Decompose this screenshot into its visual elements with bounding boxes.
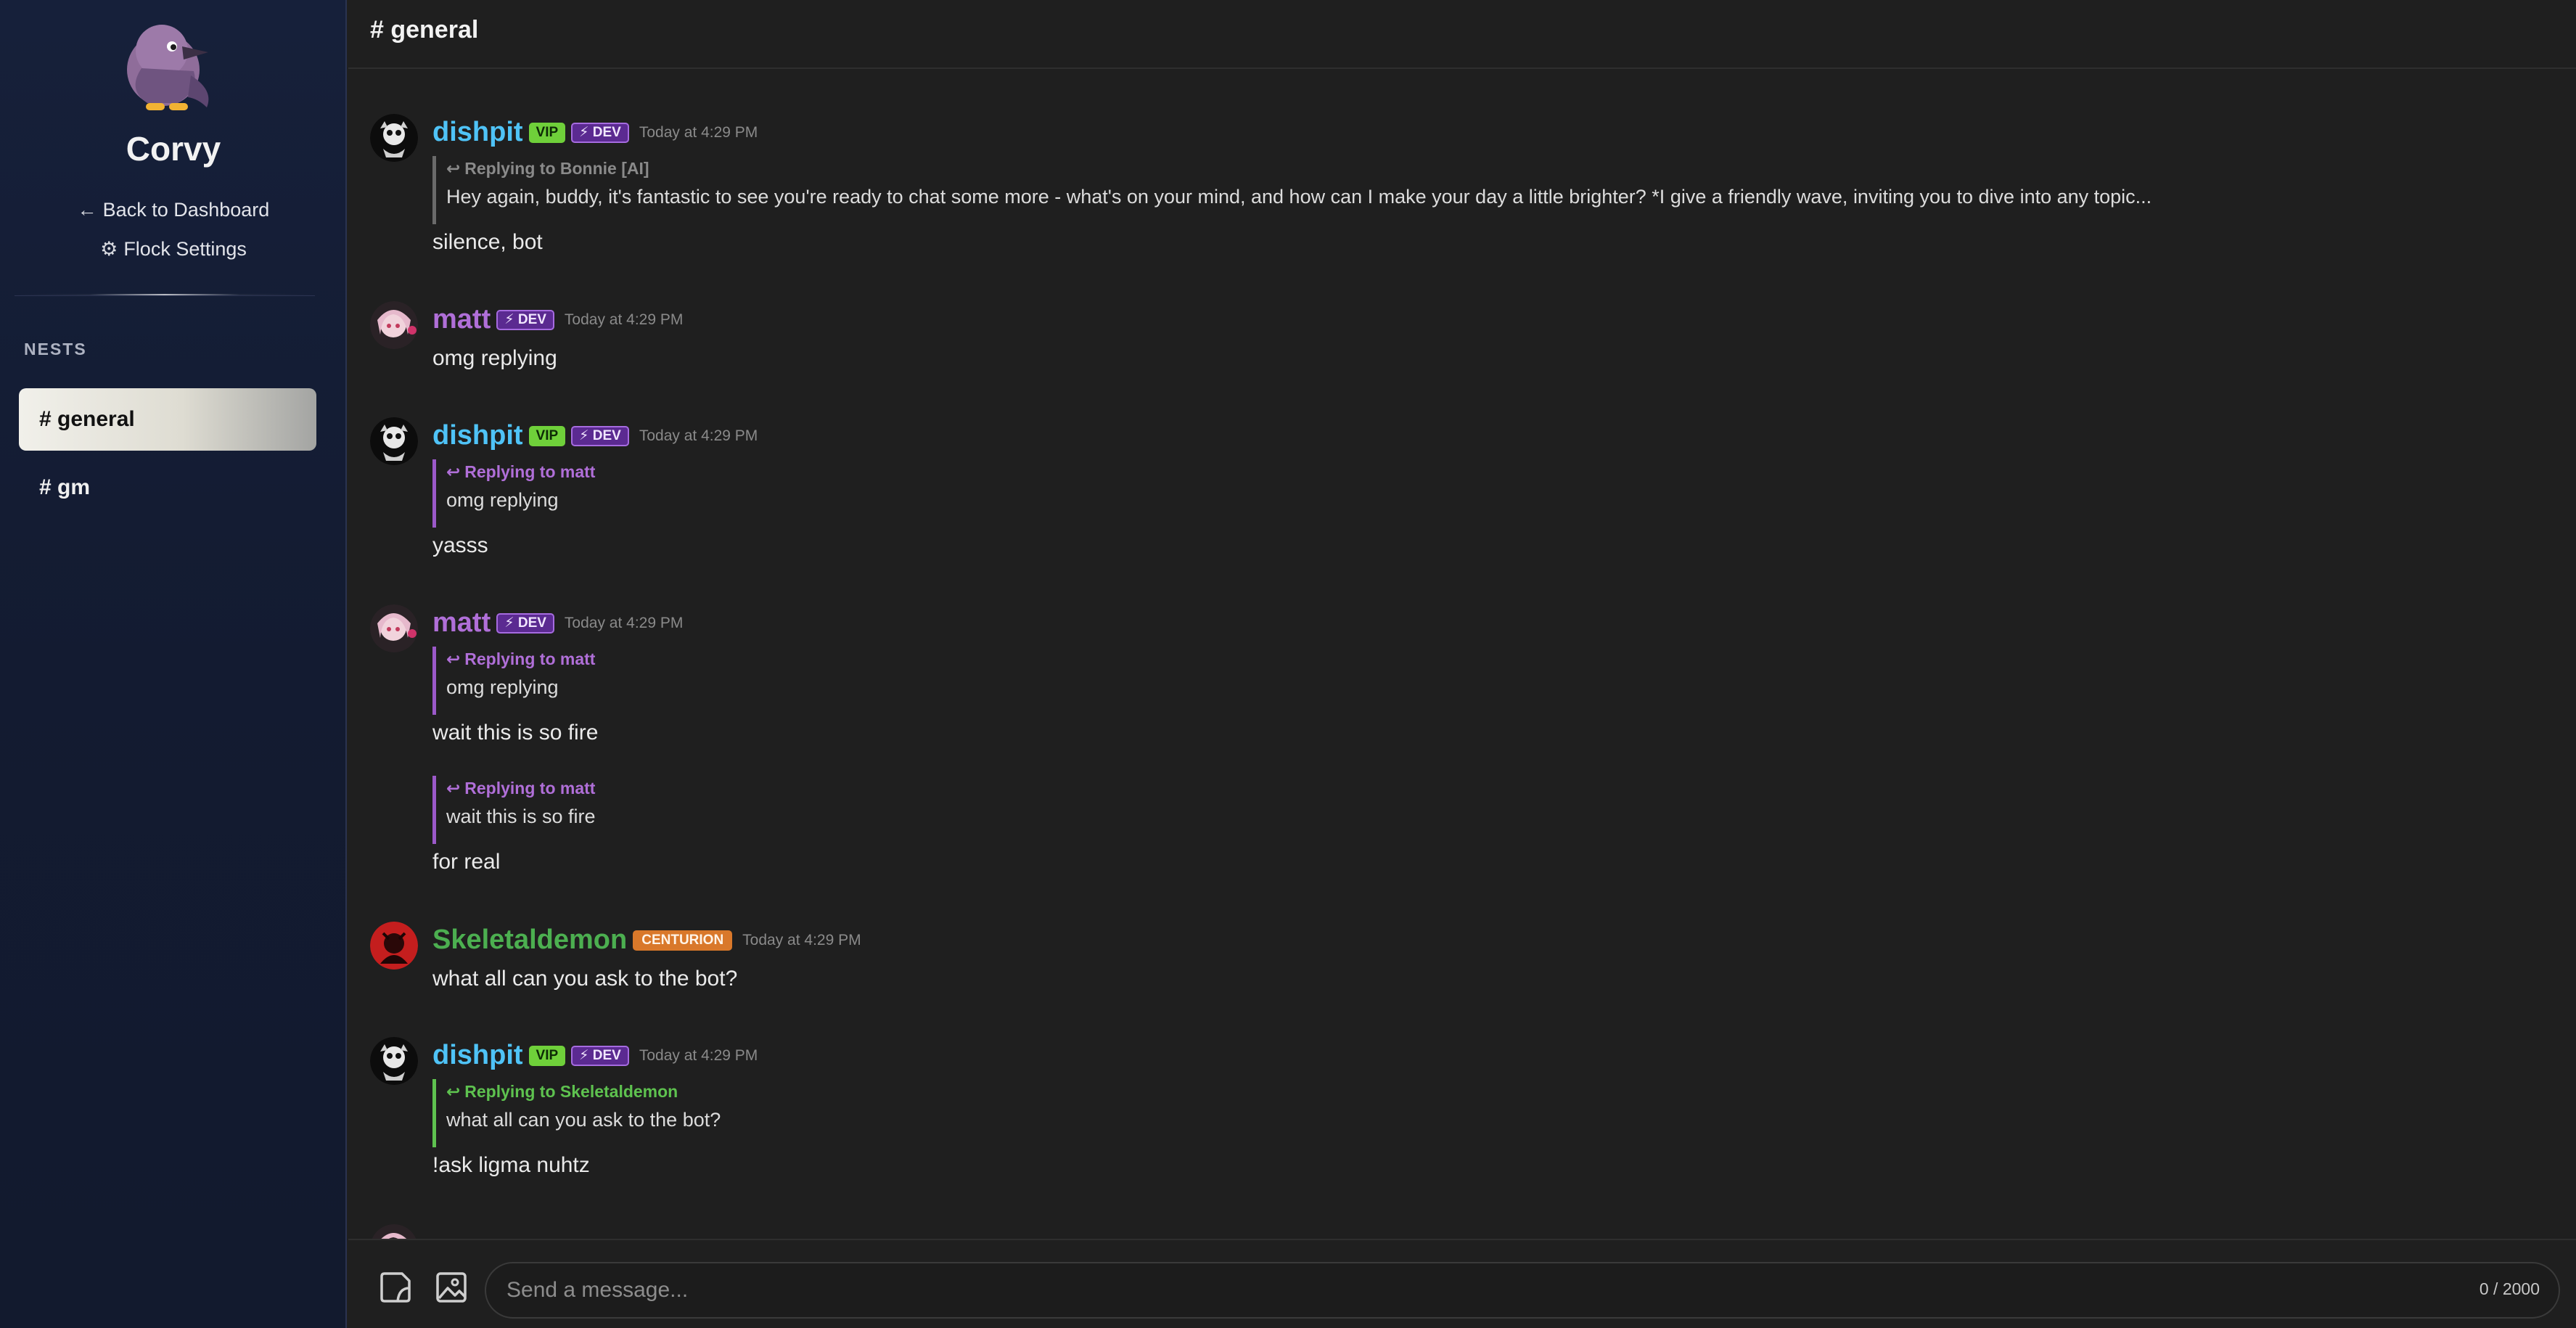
message-text: omg replying xyxy=(432,346,557,370)
arrow-left-icon: ← xyxy=(77,199,97,221)
nests-section-label: NESTS xyxy=(24,340,87,358)
reply-snippet: wait this is so fire xyxy=(446,806,596,827)
dev-badge: ⚡ DEV xyxy=(571,1045,629,1066)
reply-target-label: Replying to matt xyxy=(464,649,596,668)
reply-target: ↩ Replying to Bonnie [AI] xyxy=(446,159,2152,179)
reply-quote[interactable]: ↩ Replying to matt wait this is so fire xyxy=(432,776,596,844)
nest-label: # general xyxy=(39,407,135,431)
reply-quote[interactable]: ↩ Replying to Bonnie [AI] Hey again, budd… xyxy=(432,156,2152,224)
reply-target-label: Replying to matt xyxy=(464,462,596,481)
sidebar-divider-glow xyxy=(15,294,315,295)
message-timestamp: Today at 4:29 PM xyxy=(742,931,861,948)
reply-snippet: omg replying xyxy=(446,676,559,698)
reply-arrow-icon: ↩ xyxy=(446,779,461,798)
reply-arrow-icon: ↩ xyxy=(446,462,461,481)
avatar-matt[interactable] xyxy=(370,604,418,652)
channel-title: # general xyxy=(370,16,479,44)
username[interactable]: matt xyxy=(432,304,491,335)
avatar-skeletaldemon[interactable] xyxy=(370,922,418,970)
message-text: wait this is so fire xyxy=(432,721,599,745)
vip-badge: VIP xyxy=(528,1045,566,1066)
message-text: what all can you ask to the bot? xyxy=(432,967,738,991)
username[interactable]: matt xyxy=(432,607,491,638)
brand-name: Corvy xyxy=(126,130,221,168)
avatar-dishpit[interactable] xyxy=(370,417,418,465)
message-input[interactable] xyxy=(485,1262,2560,1319)
nest-item-gm[interactable]: # gm xyxy=(19,456,316,519)
message-text: silence, bot xyxy=(432,230,543,254)
message-text: yasss xyxy=(432,533,488,557)
settings-link-label: Flock Settings xyxy=(123,238,247,260)
reply-target: ↩ Replying to Skeletaldemon xyxy=(446,1082,721,1102)
avatar-dishpit[interactable] xyxy=(370,114,418,162)
centurion-badge: CENTURION xyxy=(633,930,733,951)
gear-icon: ⚙ xyxy=(100,238,118,260)
avatar-matt-partial[interactable] xyxy=(370,1224,418,1239)
back-link-label: Back to Dashboard xyxy=(102,199,270,221)
message-header: matt ⚡ DEV Today at 4:29 PM xyxy=(432,304,683,336)
dev-badge: ⚡ DEV xyxy=(571,425,629,446)
vip-badge: VIP xyxy=(528,122,566,143)
message-header: dishpit VIP ⚡ DEV Today at 4:29 PM xyxy=(432,117,758,149)
reply-target: ↩ Replying to matt xyxy=(446,649,595,669)
nest-label: # gm xyxy=(39,475,91,499)
message-timestamp: Today at 4:29 PM xyxy=(639,1046,758,1064)
reply-target-label: Replying to matt xyxy=(464,779,596,798)
message-timestamp: Today at 4:29 PM xyxy=(639,123,758,141)
message-header: Skeletaldemon CENTURION Today at 4:29 PM xyxy=(432,925,861,956)
username[interactable]: dishpit xyxy=(432,420,523,451)
reply-arrow-icon: ↩ xyxy=(446,159,461,178)
message-composer: 0 / 2000 xyxy=(348,1239,2576,1328)
flock-settings-link[interactable]: ⚙ Flock Settings xyxy=(0,238,347,261)
reply-arrow-icon: ↩ xyxy=(446,1082,461,1101)
back-to-dashboard-link[interactable]: ← Back to Dashboard xyxy=(0,199,347,221)
message-text: !ask ligma nuhtz xyxy=(432,1153,590,1177)
reply-target: ↩ Replying to matt xyxy=(446,779,596,798)
message-timestamp: Today at 4:29 PM xyxy=(564,311,684,328)
sidebar: Corvy ← Back to Dashboard ⚙ Flock Settings… xyxy=(0,0,347,1328)
reply-snippet: what all can you ask to the bot? xyxy=(446,1109,721,1131)
reply-quote[interactable]: ↩ Replying to matt omg replying xyxy=(432,647,595,715)
reply-quote[interactable]: ↩ Replying to Skeletaldemon what all can … xyxy=(432,1079,721,1147)
vip-badge: VIP xyxy=(528,425,566,446)
channel-header: # general xyxy=(348,0,2576,69)
crow-logo-icon xyxy=(127,25,209,110)
username[interactable]: dishpit xyxy=(432,117,523,147)
character-counter: 0 / 2000 xyxy=(2479,1279,2540,1298)
avatar-matt[interactable] xyxy=(370,301,418,349)
reply-snippet: Hey again, buddy, it's fantastic to see … xyxy=(446,186,2152,208)
dev-badge: ⚡ DEV xyxy=(571,122,629,143)
main-panel: # general dishpit VIP ⚡ DEV Today at 4:29 P… xyxy=(348,0,2576,1328)
message-list[interactable]: dishpit VIP ⚡ DEV Today at 4:29 PM ↩ Replyin… xyxy=(348,70,2576,1239)
reply-target-label: Replying to Skeletaldemon xyxy=(464,1082,678,1101)
message-timestamp: Today at 4:29 PM xyxy=(639,427,758,444)
sidebar-divider xyxy=(15,295,315,296)
avatar-dishpit[interactable] xyxy=(370,1037,418,1085)
message-text: for real xyxy=(432,850,501,874)
reply-snippet: omg replying xyxy=(446,489,559,511)
username[interactable]: dishpit xyxy=(432,1040,523,1070)
username[interactable]: Skeletaldemon xyxy=(432,925,627,955)
dev-badge: ⚡ DEV xyxy=(496,612,554,634)
reply-quote[interactable]: ↩ Replying to matt omg replying xyxy=(432,459,595,528)
message-timestamp: Today at 4:29 PM xyxy=(564,614,684,631)
reply-target: ↩ Replying to matt xyxy=(446,462,595,482)
image-icon[interactable] xyxy=(433,1269,469,1306)
message-header: dishpit VIP ⚡ DEV Today at 4:29 PM xyxy=(432,420,758,452)
reply-target-label: Replying to Bonnie [AI] xyxy=(464,159,649,178)
message-header: matt ⚡ DEV Today at 4:29 PM xyxy=(432,607,683,639)
message-header: dishpit VIP ⚡ DEV Today at 4:29 PM xyxy=(432,1040,758,1072)
reply-arrow-icon: ↩ xyxy=(446,649,461,668)
dev-badge: ⚡ DEV xyxy=(496,309,554,330)
nest-item-general[interactable]: # general xyxy=(19,388,316,451)
sticker-icon[interactable] xyxy=(377,1269,414,1306)
